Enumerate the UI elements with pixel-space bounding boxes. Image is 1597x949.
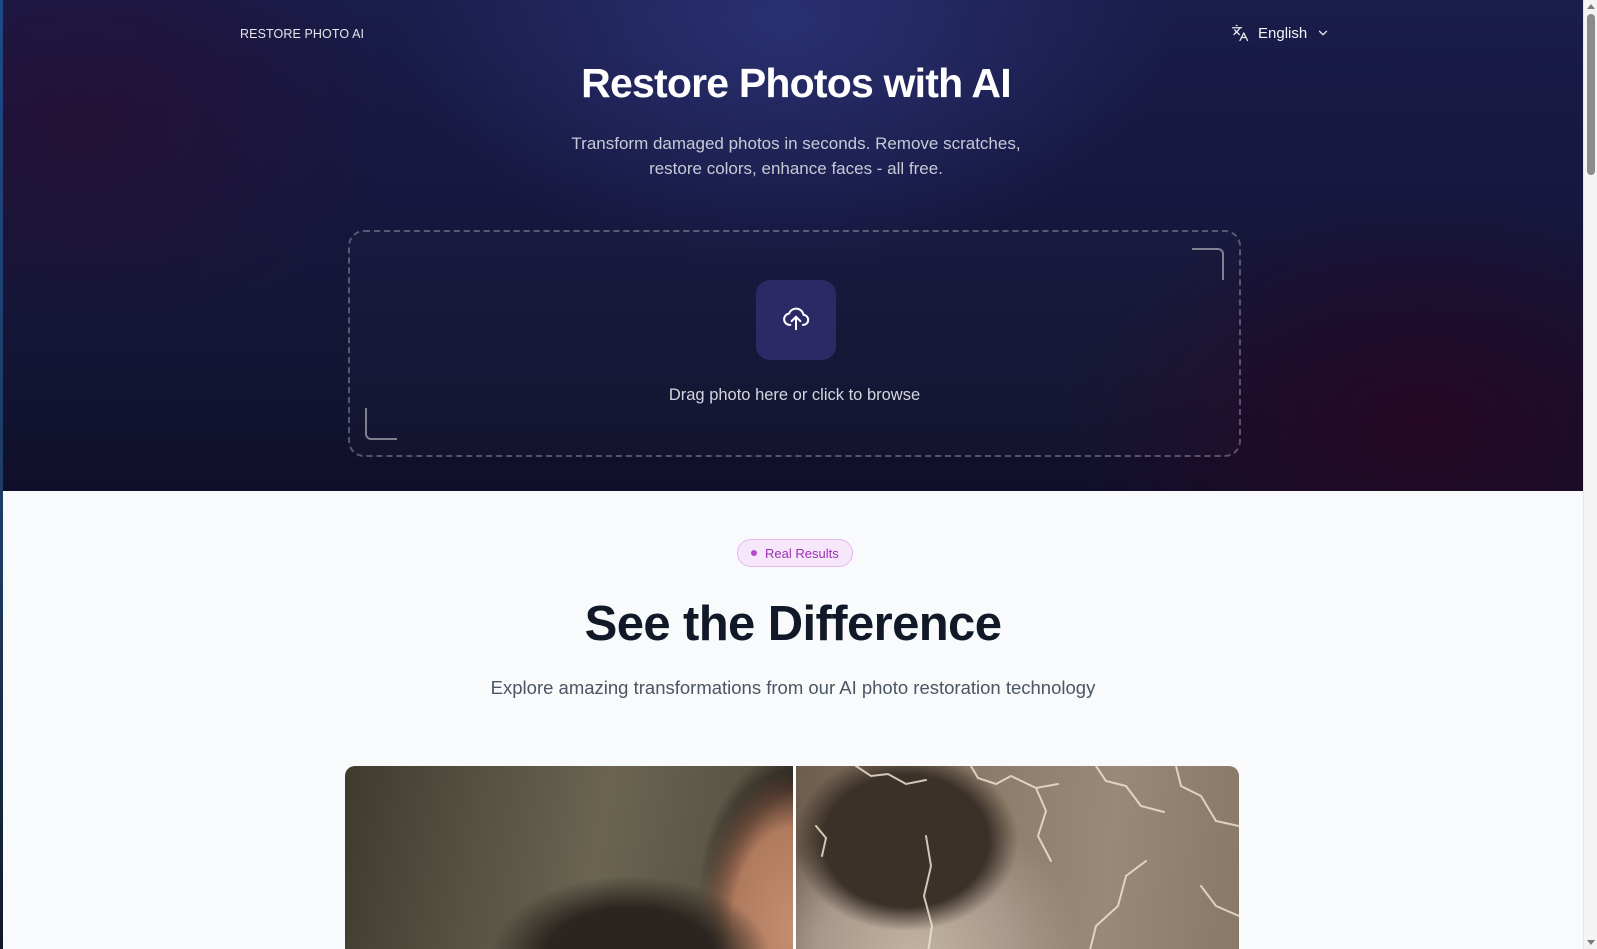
badge-label: Real Results — [765, 545, 839, 561]
photo-dropzone[interactable]: Drag photo here or click to browse — [348, 230, 1241, 457]
corner-accent-top-right — [1192, 248, 1224, 280]
scroll-up-arrow-icon[interactable] — [1587, 4, 1595, 9]
cloud-upload-icon — [781, 303, 811, 338]
scrollbar-thumb[interactable] — [1587, 14, 1595, 175]
photo-cracks — [815, 766, 1239, 949]
chevron-down-icon — [1316, 26, 1330, 40]
restored-photo — [345, 766, 794, 949]
hero-section: RESTORE PHOTO AI English Restore Photos … — [3, 0, 1583, 491]
badge-dot-icon — [751, 550, 757, 556]
comparison-slider-handle[interactable] — [793, 766, 796, 949]
translate-icon — [1231, 24, 1249, 42]
section-title: See the Difference — [584, 597, 1002, 651]
upload-button[interactable] — [756, 280, 836, 360]
corner-accent-bottom-left — [365, 408, 397, 440]
language-selector[interactable]: English — [1231, 24, 1330, 42]
scroll-down-arrow-icon[interactable] — [1587, 940, 1595, 945]
original-damaged-photo — [796, 766, 1239, 949]
hero-title: Restore Photos with AI — [581, 60, 1011, 106]
page-scrollbar[interactable] — [1583, 0, 1597, 949]
real-results-badge: Real Results — [737, 539, 853, 567]
language-label: English — [1258, 24, 1308, 42]
hero-subtitle: Transform damaged photos in seconds. Rem… — [571, 134, 1021, 178]
section-subtitle: Explore amazing transformations from our… — [490, 677, 1096, 698]
page: RESTORE PHOTO AI English Restore Photos … — [0, 0, 1583, 949]
brand-logo[interactable]: RESTORE PHOTO AI — [240, 27, 364, 41]
dropzone-instructions: Drag photo here or click to browse — [668, 386, 921, 404]
before-after-comparison[interactable] — [345, 766, 1239, 949]
